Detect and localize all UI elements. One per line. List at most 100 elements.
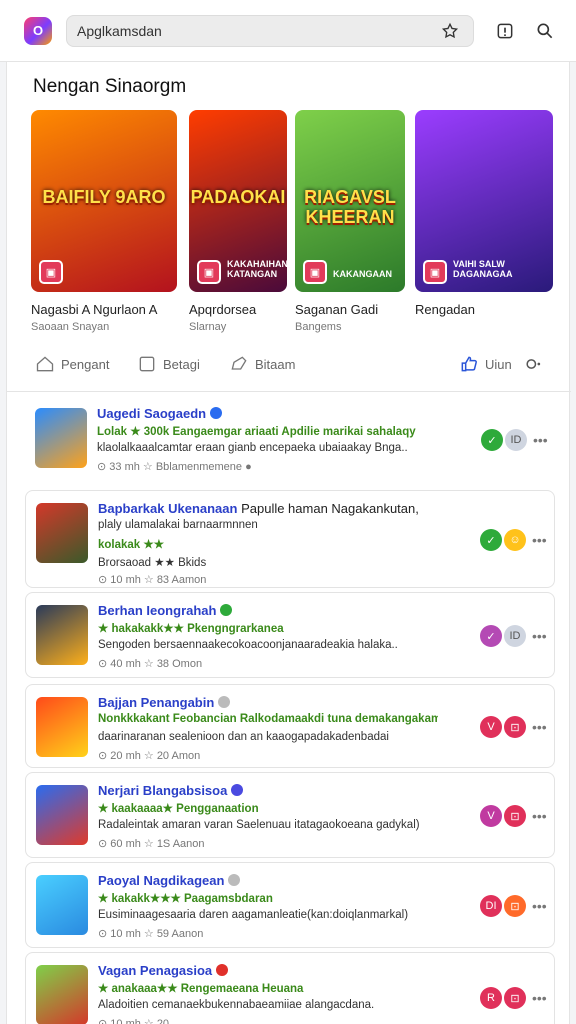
- address-text[interactable]: Apglkamsdan: [77, 23, 435, 39]
- verified-icon: [231, 784, 244, 796]
- artwork-title: RIAGAVSL KHEERAN: [304, 187, 396, 227]
- app-title-text: Berhan Ieongrahah: [98, 603, 217, 618]
- search-icon[interactable]: [530, 16, 560, 46]
- featured-card[interactable]: RIAGAVSL KHEERAN ▣ KAKANGAAN Saganan Gadi Ba…: [295, 110, 405, 333]
- app-actions: V ⊡ •••: [478, 716, 547, 738]
- more-options-icon[interactable]: •••: [532, 808, 547, 824]
- app-title[interactable]: Nerjari Blangabsisoa: [98, 783, 244, 798]
- featured-card[interactable]: BAIFILY 9ARO ▣ Nagasbi A Ngurlaon A Saoaan …: [31, 110, 177, 333]
- app-meta: ⊙ 10 mh ☆ 59 Aanon: [98, 928, 204, 940]
- tab-label: Betagi: [163, 356, 200, 372]
- app-actions: ✓ ☺ •••: [478, 529, 547, 551]
- secondary-action-button[interactable]: ID: [505, 429, 527, 451]
- app-description-line: klaolalkaaalcamtar eraan gianb encepaeka…: [97, 442, 408, 454]
- featured-title[interactable]: Apqrdorsea: [189, 302, 287, 317]
- primary-action-button[interactable]: ✓: [481, 429, 503, 451]
- featured-artwork[interactable]: RIAGAVSL KHEERAN ▣ KAKANGAAN: [295, 110, 405, 292]
- more-options-icon[interactable]: •••: [532, 990, 547, 1006]
- verified-icon: [210, 407, 223, 419]
- app-list-item[interactable]: Bajjan Penangabin Nonkkkakant Feobancian …: [25, 684, 555, 768]
- more-options-icon[interactable]: •••: [532, 532, 547, 548]
- app-description-line: Sengoden bersaennaakecokoacoonjanaaradea…: [98, 639, 398, 651]
- app-list-item[interactable]: Uagedi Saogaedn Lolak ★ 300k Eangaemgar a…: [25, 396, 555, 484]
- thumbs-up-icon: [459, 354, 479, 374]
- artwork-subtitle: KAKAHAIHAN KATANGAN: [227, 259, 287, 280]
- secondary-action-button[interactable]: ⊡: [504, 895, 526, 917]
- app-description-line: ★ kaakaaaa★ Pengganaation: [98, 803, 259, 815]
- artwork-subtitle: VAIHI SALW DAGANAGAA: [453, 259, 513, 280]
- app-title[interactable]: Paoyal Nagdikagean: [98, 873, 241, 888]
- app-title[interactable]: Uagedi Saogaedn: [97, 406, 223, 421]
- featured-artwork[interactable]: PADAOKAI ▣ KAKAHAIHAN KATANGAN: [189, 110, 287, 292]
- section-heading: Nengan Sinaorgm: [33, 76, 187, 97]
- address-bar[interactable]: Apglkamsdan: [66, 14, 474, 47]
- featured-artwork[interactable]: ▣ VAIHI SALW DAGANAGAA: [415, 110, 553, 292]
- app-actions: V ⊡ •••: [478, 805, 547, 827]
- more-options-icon[interactable]: •••: [532, 628, 547, 644]
- featured-title[interactable]: Rengadan: [415, 302, 553, 317]
- artwork-subtitle: KAKANGAAN: [333, 269, 392, 280]
- app-thumbnail[interactable]: [36, 875, 88, 935]
- app-list-item[interactable]: Vagan Penagasioa ★ anakaaa★★ Rengemaeana …: [25, 952, 555, 1024]
- primary-action-button[interactable]: R: [480, 987, 502, 1009]
- app-title[interactable]: Berhan Ieongrahah: [98, 603, 233, 618]
- more-tab[interactable]: [523, 354, 549, 374]
- app-title-text: Nerjari Blangabsisoa: [98, 783, 228, 798]
- store-badge-icon: ▣: [197, 260, 221, 284]
- app-meta: ⊙ 10 mh ☆ 20: [98, 1018, 170, 1024]
- primary-action-button[interactable]: V: [480, 716, 502, 738]
- featured-carousel: BAIFILY 9ARO ▣ Nagasbi A Ngurlaon A Saoaan …: [31, 110, 571, 333]
- featured-title[interactable]: Nagasbi A Ngurlaon A: [31, 302, 177, 317]
- app-list-item[interactable]: Nerjari Blangabsisoa ★ kaakaaaa★ Penggana…: [25, 772, 555, 858]
- more-options-icon[interactable]: •••: [532, 898, 547, 914]
- app-window: O Apglkamsdan Nengan Sinaorgm BAIFILY 9A…: [0, 0, 576, 1024]
- app-description-line: Lolak ★ 300k Eangaemgar ariaati Apdilie …: [97, 426, 416, 438]
- featured-artwork[interactable]: BAIFILY 9ARO ▣: [31, 110, 177, 292]
- app-thumbnail[interactable]: [36, 785, 88, 845]
- store-badge-icon: ▣: [303, 260, 327, 284]
- secondary-action-button[interactable]: ID: [504, 625, 526, 647]
- app-thumbnail[interactable]: [36, 605, 88, 665]
- app-description-line: kolakak ★★: [98, 539, 165, 551]
- artwork-title: BAIFILY 9ARO: [42, 187, 166, 207]
- primary-action-button[interactable]: V: [480, 805, 502, 827]
- more-options-icon[interactable]: •••: [533, 432, 548, 448]
- featured-card[interactable]: PADAOKAI ▣ KAKAHAIHAN KATANGAN Apqrdorsea Sl…: [189, 110, 287, 333]
- primary-action-button[interactable]: DI: [480, 895, 502, 917]
- secondary-action-button[interactable]: ☺: [504, 529, 526, 551]
- tab-bitaam[interactable]: Bitaam: [229, 354, 295, 374]
- star-outline-icon[interactable]: [435, 16, 465, 46]
- app-title-text: Uagedi Saogaedn: [97, 406, 207, 421]
- app-thumbnail[interactable]: [36, 697, 88, 757]
- app-list-item[interactable]: Bapbarkak Ukenanaan Papulle haman Nagaka…: [25, 490, 555, 588]
- app-thumbnail[interactable]: [36, 965, 88, 1024]
- featured-subtitle: Slarnay: [189, 321, 227, 333]
- app-title[interactable]: Vagan Penagasioa: [98, 963, 229, 978]
- secondary-action-button[interactable]: ⊡: [504, 805, 526, 827]
- app-list-item[interactable]: Berhan Ieongrahah ★ hakakakk★★ Pkengngrar…: [25, 592, 555, 678]
- featured-title[interactable]: Saganan Gadi: [295, 302, 405, 317]
- tag-icon: [229, 354, 249, 374]
- more-options-icon[interactable]: •••: [532, 719, 547, 735]
- primary-action-button[interactable]: ✓: [480, 529, 502, 551]
- primary-action-button[interactable]: ✓: [480, 625, 502, 647]
- app-title[interactable]: Bapbarkak Ukenanaan Papulle haman Nagaka…: [98, 501, 419, 516]
- home-icon: [35, 354, 55, 374]
- secondary-action-button[interactable]: ⊡: [504, 987, 526, 1009]
- app-thumbnail[interactable]: [35, 408, 87, 468]
- tab-betagi[interactable]: Betagi: [137, 354, 200, 374]
- app-actions: ✓ ID •••: [479, 429, 548, 451]
- app-thumbnail[interactable]: [36, 503, 88, 563]
- secondary-action-button[interactable]: ⊡: [504, 716, 526, 738]
- tab-uiun[interactable]: Uiun: [459, 354, 512, 374]
- category-tabs: Pengant Betagi Bitaam Uiun: [7, 344, 571, 392]
- featured-card[interactable]: ▣ VAIHI SALW DAGANAGAA Rengadan: [415, 110, 553, 321]
- app-logo[interactable]: O: [24, 16, 52, 45]
- app-meta: ⊙ 60 mh ☆ 1S Aanon: [98, 838, 205, 850]
- app-list-item[interactable]: Paoyal Nagdikagean ★ kakakk★★★ Paagamsbda…: [25, 862, 555, 948]
- tab-pengant[interactable]: Pengant: [35, 354, 109, 374]
- app-title[interactable]: Bajjan Penangabin: [98, 695, 231, 710]
- featured-subtitle: Bangems: [295, 321, 342, 333]
- app-description-line: ★ hakakakk★★ Pkengngrarkanea: [98, 623, 284, 635]
- info-square-icon[interactable]: [490, 16, 520, 46]
